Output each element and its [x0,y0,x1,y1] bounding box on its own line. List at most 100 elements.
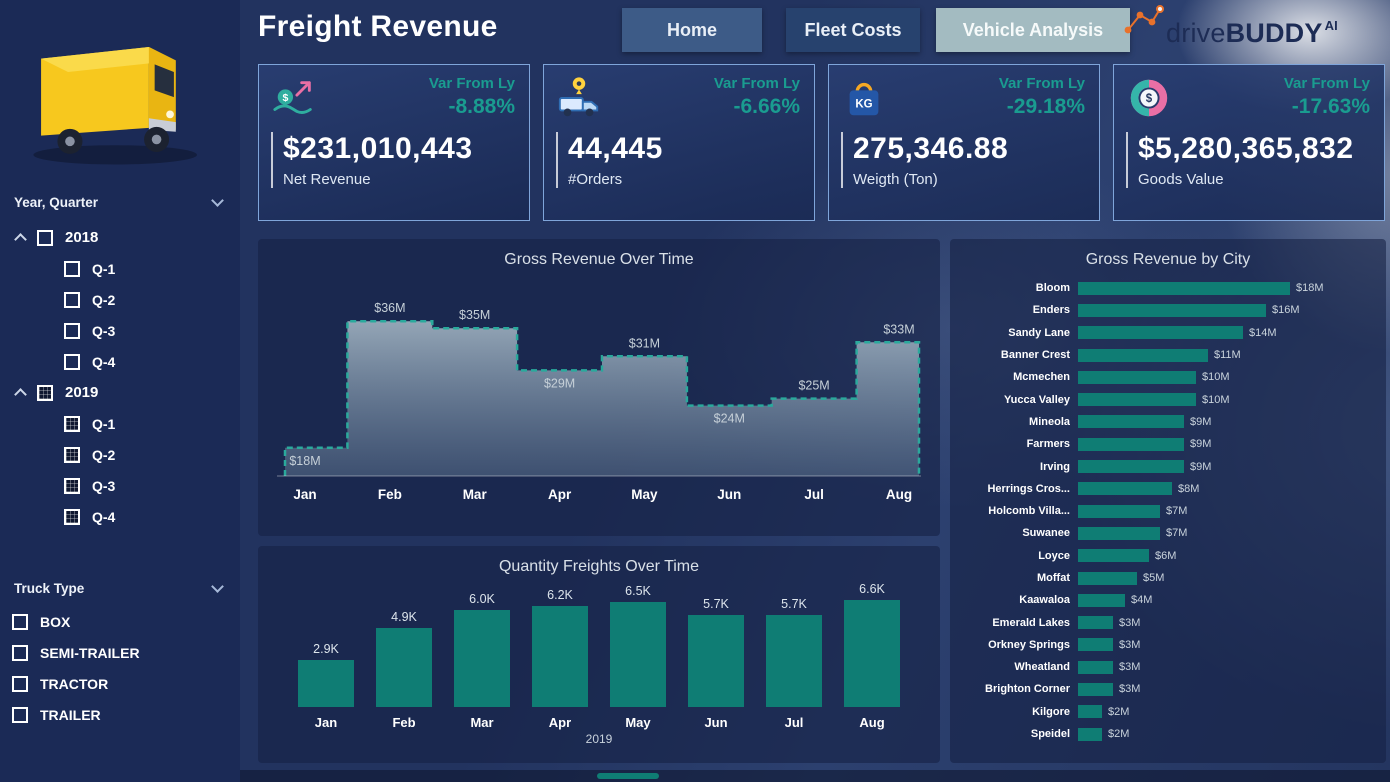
bar[interactable] [1078,304,1266,317]
sidebar: Year, Quarter 2018Q-1Q-2Q-3Q-42019Q-1Q-2… [0,0,240,782]
bar[interactable] [454,610,510,707]
year-checkbox[interactable] [37,385,53,401]
quarter-row-2018-Q-1[interactable]: Q-1 [0,253,240,284]
bar[interactable] [766,615,822,707]
bar[interactable] [1078,326,1243,339]
bar[interactable] [1078,683,1113,696]
bar-column: 4.9KFeb [376,610,432,730]
city-label: Orkney Springs [958,639,1070,651]
quarter-checkbox[interactable] [64,292,80,308]
quarter-checkbox[interactable] [64,354,80,370]
expand-caret-icon[interactable] [14,388,27,401]
year-row-2019[interactable]: 2019 [0,377,240,408]
city-label: Kilgore [958,706,1070,718]
quarter-checkbox[interactable] [64,478,80,494]
chevron-down-icon[interactable] [211,580,224,593]
bar[interactable] [1078,393,1196,406]
bar-value-label: $7M [1166,527,1187,539]
kpi-card[interactable]: $Var From Ly-8.88%$231,010,443Net Revenu… [258,64,530,221]
bar-column: 5.7KJun [688,597,744,730]
bar[interactable] [1078,661,1113,674]
bar-value-label: $3M [1119,639,1140,651]
quarter-row-2019-Q-2[interactable]: Q-2 [0,439,240,470]
bar[interactable] [1078,482,1172,495]
bar[interactable] [1078,349,1208,362]
quarter-checkbox[interactable] [64,509,80,525]
kpi-variance: Var From Ly-8.88% [429,75,515,119]
expand-caret-icon[interactable] [14,233,27,246]
network-nodes-icon [1120,2,1166,43]
horizontal-scrollbar-thumb[interactable] [597,773,659,779]
truck-type-filter-header[interactable]: Truck Type [0,576,240,600]
city-label: Mcmechen [958,371,1070,383]
quarter-row-2019-Q-1[interactable]: Q-1 [0,408,240,439]
city-row: Orkney Springs $3M [958,634,1386,656]
bar[interactable] [1078,527,1160,540]
city-row: Sandy Lane$14M [958,322,1386,344]
bar[interactable] [1078,505,1160,518]
bar[interactable] [1078,282,1290,295]
city-row: Wheatland$3M [958,656,1386,678]
truck-type-checkbox[interactable] [12,614,28,630]
quarter-row-2018-Q-2[interactable]: Q-2 [0,284,240,315]
nav-button-vehicle-analysis[interactable]: Vehicle Analysis [936,8,1130,52]
bar[interactable] [844,600,900,707]
year-row-2018[interactable]: 2018 [0,222,240,253]
bar[interactable] [1078,460,1184,473]
svg-text:$: $ [282,92,288,104]
bar-value-label: $9M [1190,438,1211,450]
city-label: Wheatland [958,661,1070,673]
bar[interactable] [610,602,666,707]
bar[interactable] [1078,616,1113,629]
bar[interactable] [376,628,432,707]
page-title: Freight Revenue [258,10,498,44]
year-quarter-filter-header[interactable]: Year, Quarter [0,190,240,214]
quarter-row-2019-Q-3[interactable]: Q-3 [0,470,240,501]
truck-type-checkbox[interactable] [12,676,28,692]
nav-button-fleet-costs[interactable]: Fleet Costs [786,8,920,52]
truck-type-checkbox[interactable] [12,707,28,723]
year-checkbox[interactable] [37,230,53,246]
bar[interactable] [1078,549,1149,562]
bar[interactable] [532,606,588,707]
kpi-card[interactable]: $Var From Ly-17.63%$5,280,365,832Goods V… [1113,64,1385,221]
bar-value-label: 5.7K [703,597,729,611]
bar-value-label: 6.0K [469,592,495,606]
nav-button-home[interactable]: Home [622,8,762,52]
bar[interactable] [298,660,354,707]
stepped-area-chart[interactable]: $18M$36M$35M$29M$31M$24M$25M$33MJanFebMa… [269,271,929,521]
bar[interactable] [1078,594,1125,607]
bar[interactable] [1078,371,1196,384]
quarter-row-2018-Q-3[interactable]: Q-3 [0,315,240,346]
bar[interactable] [1078,572,1137,585]
kpi-label: Weigth (Ton) [853,171,1085,188]
quarter-row-2018-Q-4[interactable]: Q-4 [0,346,240,377]
bar[interactable] [1078,638,1113,651]
truck-type-checkbox[interactable] [12,645,28,661]
truck-type-row-trailer[interactable]: TRAILER [0,699,240,730]
quarter-checkbox[interactable] [64,261,80,277]
truck-type-row-box[interactable]: BOX [0,606,240,637]
quarter-checkbox[interactable] [64,323,80,339]
var-from-ly-value: -6.66% [714,95,800,119]
chevron-down-icon[interactable] [211,194,224,207]
kpi-card[interactable]: KGVar From Ly-29.18%275,346.88Weigth (To… [828,64,1100,221]
quarter-row-2019-Q-4[interactable]: Q-4 [0,501,240,532]
horizontal-scrollbar-track[interactable] [240,770,1390,782]
quarter-checkbox[interactable] [64,447,80,463]
bar[interactable] [1078,728,1102,741]
bar-value-label: $16M [1272,304,1300,316]
bar[interactable] [1078,415,1184,428]
quarter-checkbox[interactable] [64,416,80,432]
bar[interactable] [688,615,744,707]
truck-type-row-tractor[interactable]: TRACTOR [0,668,240,699]
x-axis-label: May [608,715,668,730]
truck-type-row-semi-trailer[interactable]: SEMI-TRAILER [0,637,240,668]
bar[interactable] [1078,705,1102,718]
kpi-card[interactable]: Var From Ly-6.66%44,445#Orders [543,64,815,221]
bar[interactable] [1078,438,1184,451]
data-label: $29M [544,376,575,390]
logo-buddy: BUDDY [1226,18,1323,48]
x-axis-label: Feb [378,487,402,502]
quarter-label: Q-4 [92,509,115,525]
